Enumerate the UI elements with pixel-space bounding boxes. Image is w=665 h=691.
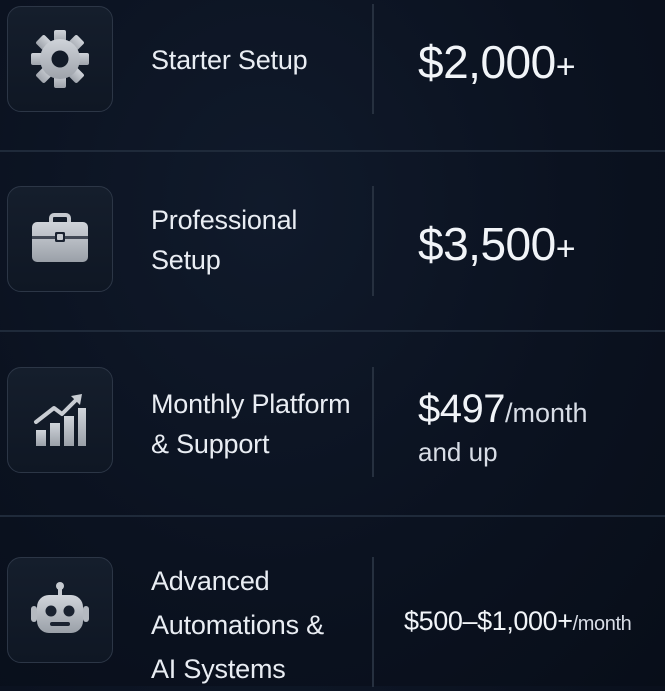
pricing-row-starter: Starter Setup $2,000+ xyxy=(0,0,665,150)
plan-price: $2,000+ xyxy=(418,35,576,94)
gear-icon xyxy=(31,30,89,88)
icon-tile xyxy=(7,557,113,663)
plan-name-line: Advanced xyxy=(151,566,270,596)
pricing-row-advanced: Advanced Automations & AI Systems $500–$… xyxy=(0,517,665,687)
price-amount: $2,000 xyxy=(418,36,556,88)
price-note: and up xyxy=(418,437,498,467)
price-unit: /month xyxy=(504,398,588,428)
robot-icon xyxy=(31,582,89,633)
pricing-row-professional: Professional Setup $3,500+ xyxy=(0,152,665,330)
plan-price: $500–$1,000+/month xyxy=(404,601,632,644)
plan-name: Advanced Automations & AI Systems xyxy=(151,559,324,691)
pricing-row-monthly: Monthly Platform & Support $497/month an… xyxy=(0,332,665,515)
price-unit: /month xyxy=(572,613,632,635)
price-amount: $497 xyxy=(418,387,505,431)
pricing-list: Starter Setup $2,000+ Professional Setup… xyxy=(0,0,665,687)
plan-name: Professional Setup xyxy=(151,200,297,280)
plan-name: Monthly Platform & Support xyxy=(151,384,351,464)
icon-tile xyxy=(7,6,113,112)
plan-name-line: Professional xyxy=(151,205,298,235)
plan-name-line: Starter Setup xyxy=(151,45,308,75)
plan-name-line: Setup xyxy=(151,245,221,275)
price-suffix: + xyxy=(555,48,576,86)
icon-tile xyxy=(7,186,113,292)
briefcase-icon xyxy=(32,213,88,262)
column-divider xyxy=(372,557,374,687)
plan-price: $3,500+ xyxy=(418,217,576,276)
plan-price: $497/month and up xyxy=(418,385,588,469)
price-amount: $500–$1,000+ xyxy=(404,606,573,636)
price-suffix: + xyxy=(555,230,576,268)
plan-name-line: Automations & xyxy=(151,610,324,640)
growth-chart-icon xyxy=(34,394,86,446)
price-amount: $3,500 xyxy=(418,218,556,270)
plan-name-line: Monthly Platform xyxy=(151,389,351,419)
icon-tile xyxy=(7,367,113,473)
column-divider xyxy=(372,367,374,477)
plan-name-line: & Support xyxy=(151,429,270,459)
column-divider xyxy=(372,4,374,114)
plan-name-line: AI Systems xyxy=(151,654,286,684)
plan-name: Starter Setup xyxy=(151,40,308,80)
column-divider xyxy=(372,186,374,296)
